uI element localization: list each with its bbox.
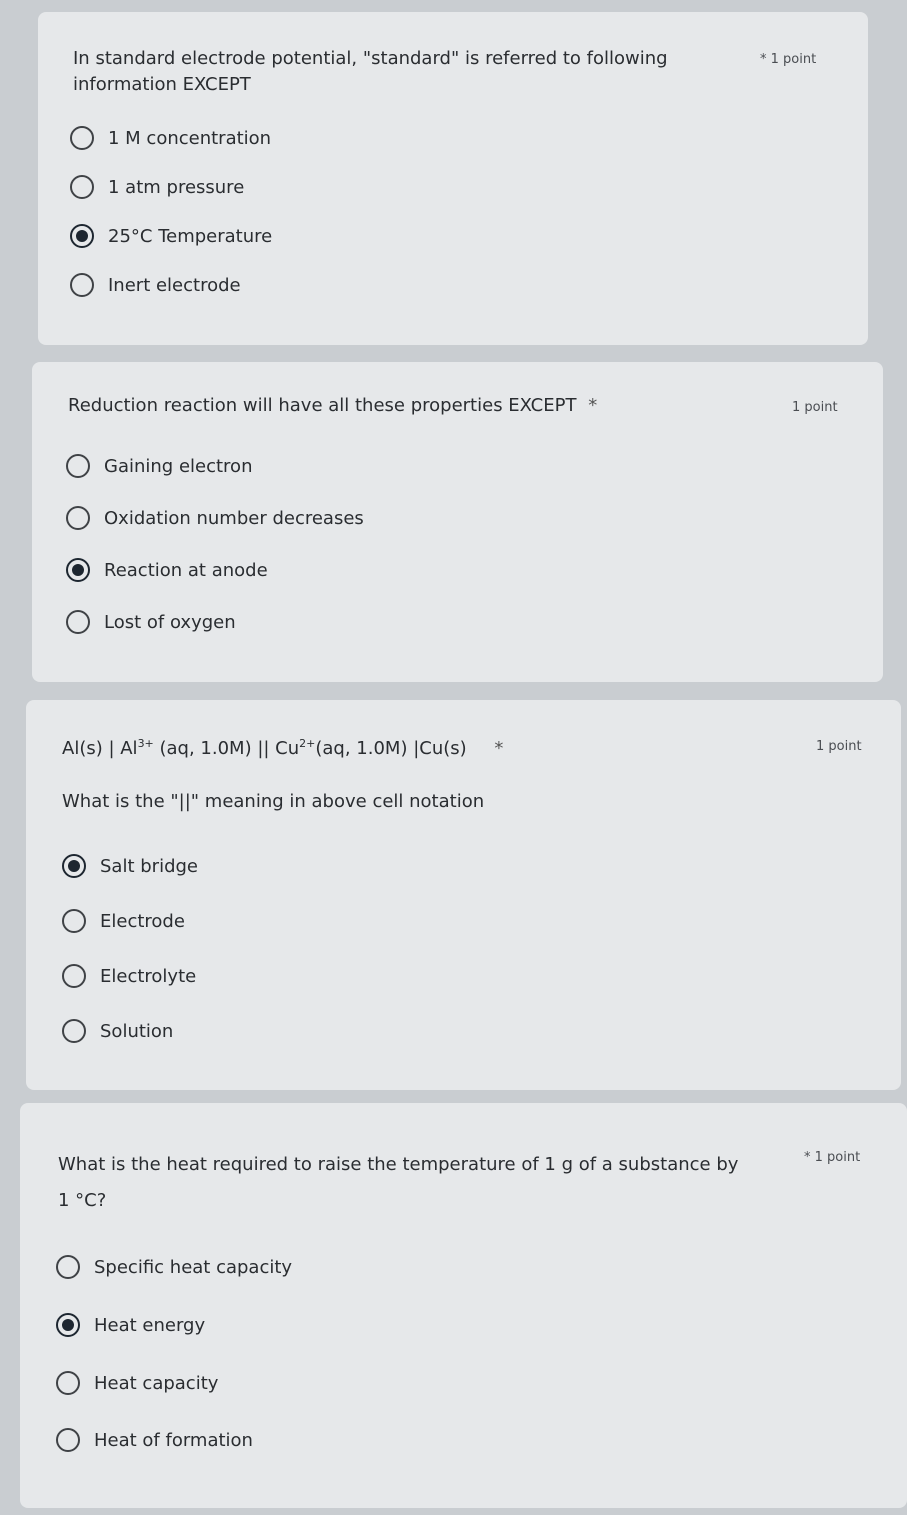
cell-notation: Al(s) | Al3+ (aq, 1.0M) || Cu2+(aq, 1.0M… (62, 736, 503, 762)
option-radio[interactable]: Solution (62, 1019, 173, 1043)
points-value: 1 point (814, 1150, 861, 1165)
option-radio[interactable]: Gaining electron (66, 454, 252, 478)
option-radio[interactable]: Lost of oxygen (66, 610, 236, 634)
notation-text: Al(s) | Al (62, 738, 138, 759)
option-radio-selected[interactable]: 25°C Temperature (70, 224, 272, 248)
question-card-3: Al(s) | Al3+ (aq, 1.0M) || Cu2+(aq, 1.0M… (26, 700, 901, 1090)
question-title-line: 1 °C? (58, 1190, 107, 1211)
notation-text: (aq, 1.0M) |Cu(s) (315, 738, 467, 759)
radio-button[interactable] (56, 1428, 80, 1452)
radio-button-checked[interactable] (56, 1313, 80, 1337)
option-label: Salt bridge (100, 855, 198, 877)
question-title-line: Reduction reaction will have all these p… (68, 395, 577, 416)
option-label: Heat energy (94, 1314, 206, 1336)
radio-button[interactable] (70, 126, 94, 150)
points-value: 1 point (770, 52, 817, 67)
notation-text: (aq, 1.0M) || Cu (153, 738, 300, 759)
question-title: Reduction reaction will have all these p… (68, 393, 597, 419)
option-radio-selected[interactable]: Salt bridge (62, 854, 198, 878)
option-radio[interactable]: Electrode (62, 909, 185, 933)
radio-button[interactable] (66, 454, 90, 478)
option-radio[interactable]: Heat of formation (56, 1428, 253, 1452)
notation-superscript: 3+ (137, 737, 154, 750)
option-radio[interactable]: 1 M concentration (70, 126, 271, 150)
option-label: Oxidation number decreases (104, 507, 364, 529)
question-subtitle: What is the "||" meaning in above cell n… (62, 791, 485, 812)
question-title-line: In standard electrode potential, "standa… (73, 48, 668, 69)
required-mark: * (804, 1150, 811, 1165)
points-label: 1 point (792, 400, 838, 415)
question-card-2: Reduction reaction will have all these p… (32, 362, 883, 682)
radio-button-checked[interactable] (66, 558, 90, 582)
option-label: Heat of formation (94, 1429, 253, 1451)
question-title: In standard electrode potential, "standa… (73, 46, 693, 98)
radio-button[interactable] (66, 610, 90, 634)
option-radio[interactable]: 1 atm pressure (70, 175, 244, 199)
option-label: Reaction at anode (104, 559, 268, 581)
question-title: What is the heat required to raise the t… (58, 1147, 798, 1219)
option-label: Inert electrode (108, 274, 241, 296)
question-card-4: What is the heat required to raise the t… (20, 1103, 907, 1508)
option-label: 1 atm pressure (108, 176, 245, 198)
option-label: Solution (100, 1020, 174, 1042)
option-label: Gaining electron (104, 455, 253, 477)
option-radio-selected[interactable]: Reaction at anode (66, 558, 268, 582)
required-mark: * (588, 395, 598, 416)
option-radio[interactable]: Electrolyte (62, 964, 196, 988)
option-radio[interactable]: Inert electrode (70, 273, 241, 297)
radio-button[interactable] (66, 506, 90, 530)
points-label: * 1 point (760, 52, 816, 67)
option-label: Lost of oxygen (104, 611, 236, 633)
points-value: 1 point (816, 739, 862, 754)
radio-button[interactable] (62, 1019, 86, 1043)
radio-button[interactable] (56, 1371, 80, 1395)
points-label: 1 point (816, 739, 862, 754)
option-label: Heat capacity (94, 1372, 219, 1394)
required-mark: * (760, 52, 767, 67)
radio-button-checked[interactable] (70, 224, 94, 248)
radio-button[interactable] (62, 909, 86, 933)
option-radio-selected[interactable]: Heat energy (56, 1313, 205, 1337)
option-radio[interactable]: Specific heat capacity (56, 1255, 292, 1279)
radio-button[interactable] (56, 1255, 80, 1279)
question-card-1: In standard electrode potential, "standa… (38, 12, 868, 345)
required-mark: * (494, 738, 504, 759)
option-label: Electrolyte (100, 965, 197, 987)
question-title-line: information EXCEPT (73, 74, 251, 95)
radio-button-checked[interactable] (62, 854, 86, 878)
radio-button[interactable] (70, 273, 94, 297)
points-label: * 1 point (804, 1150, 860, 1165)
option-radio[interactable]: Heat capacity (56, 1371, 218, 1395)
option-label: Specific heat capacity (94, 1256, 293, 1278)
points-value: 1 point (792, 400, 838, 415)
question-title-line: What is the heat required to raise the t… (58, 1154, 739, 1175)
radio-button[interactable] (62, 964, 86, 988)
notation-superscript: 2+ (299, 737, 316, 750)
option-radio[interactable]: Oxidation number decreases (66, 506, 364, 530)
option-label: 25°C Temperature (108, 225, 273, 247)
radio-button[interactable] (70, 175, 94, 199)
option-label: 1 M concentration (108, 127, 272, 149)
option-label: Electrode (100, 910, 185, 932)
